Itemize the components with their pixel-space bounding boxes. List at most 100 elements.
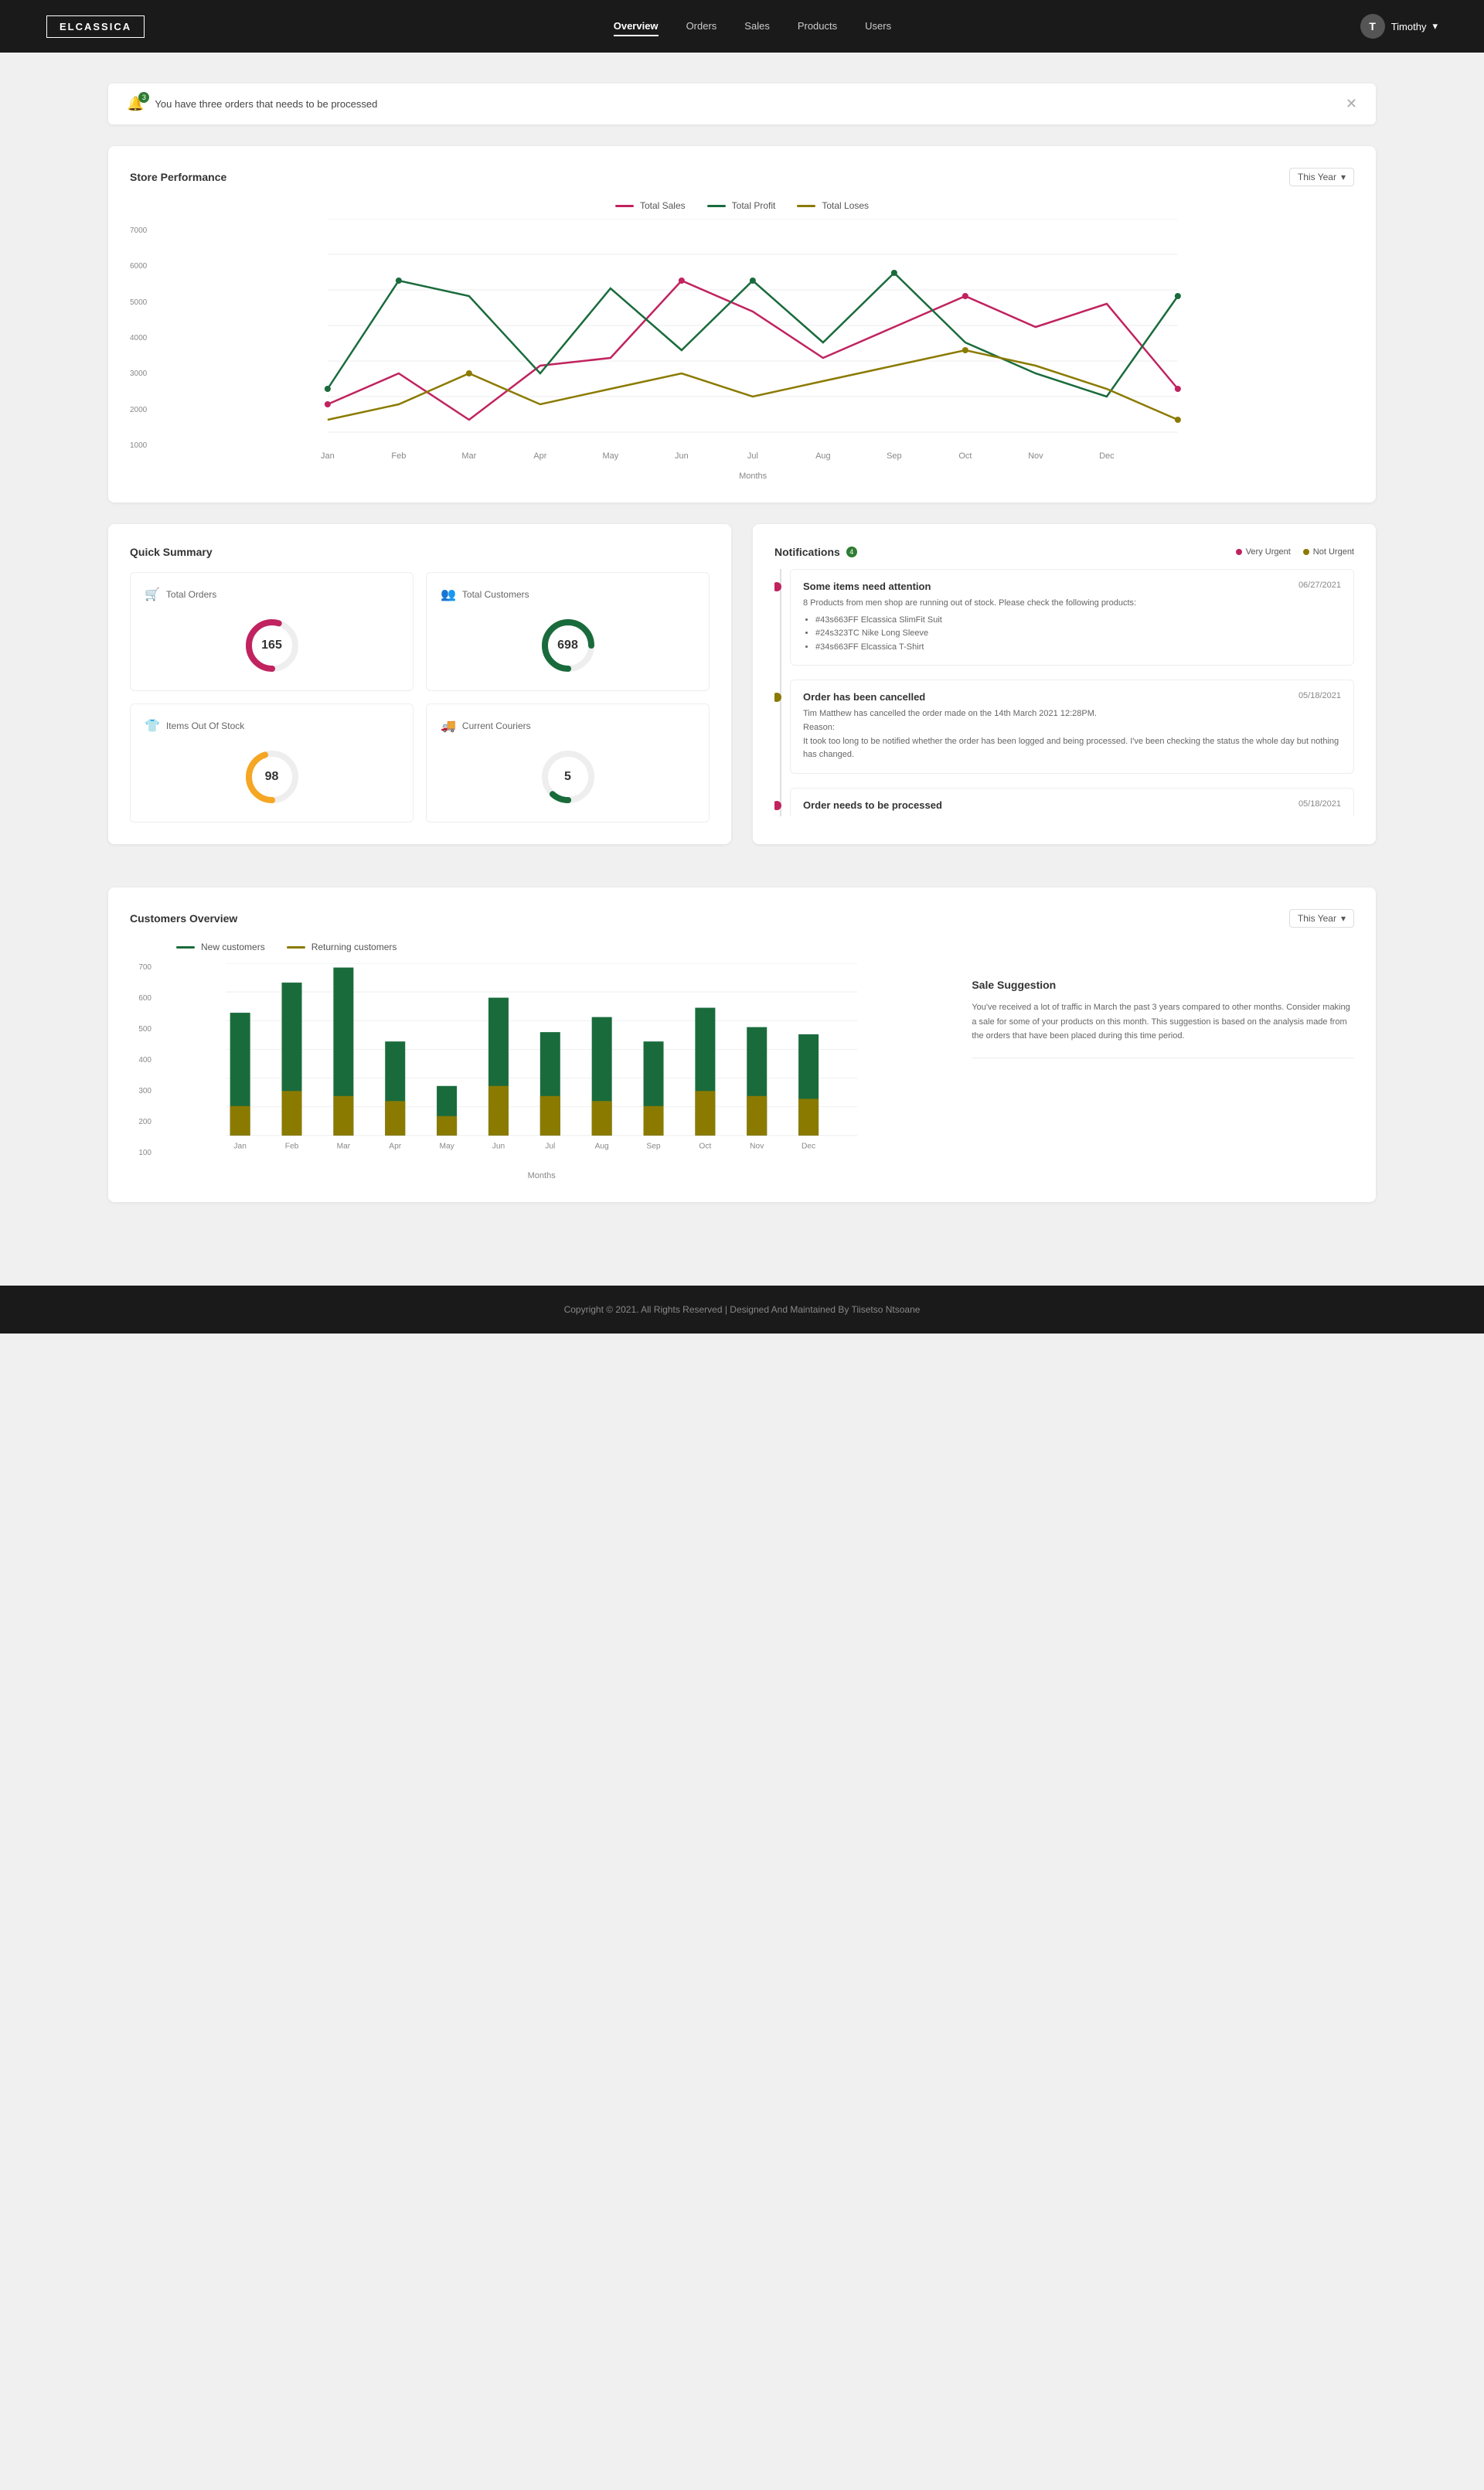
store-performance-title: Store Performance [130, 171, 226, 183]
y-tick-1000: 1000 [130, 441, 147, 450]
not-urgent-label: Not Urgent [1313, 547, 1354, 557]
summary-couriers-text: Current Couriers [462, 720, 531, 731]
year-select-label: This Year [1298, 172, 1336, 182]
x-tick-oct: Oct [699, 1143, 711, 1151]
nav-item-products[interactable]: Products [798, 19, 837, 33]
notification-entry-3: Order needs to be processed 05/18/2021 2… [790, 788, 1354, 816]
summary-stock-label: 👕 Items Out Of Stock [145, 718, 244, 734]
profit-dot [1175, 293, 1181, 299]
chevron-down-icon: ▾ [1341, 172, 1346, 182]
y-tick-5000: 5000 [130, 298, 147, 307]
legend-dot-sales [615, 205, 634, 207]
profit-dot [891, 270, 897, 276]
entry-1-dot [774, 582, 781, 591]
x-tick-apr: Apr [389, 1143, 401, 1151]
donut-couriers-value: 5 [537, 746, 599, 808]
nav-item-overview[interactable]: Overview [614, 19, 659, 33]
user-name: Timothy [1391, 21, 1427, 32]
summary-customers-text: Total Customers [462, 589, 529, 600]
notifications-title-row: Notifications 4 [774, 546, 857, 558]
user-menu[interactable]: T Timothy ▾ [1360, 14, 1438, 39]
customers-layout: 700 600 500 400 300 200 100 [130, 963, 1354, 1180]
customers-icon: 👥 [441, 587, 456, 602]
alert-badge: 3 [138, 92, 149, 103]
nav-item-users[interactable]: Users [865, 19, 891, 33]
page-content: 🔔 3 You have three orders that needs to … [62, 53, 1422, 1255]
bar-sep-ret [644, 1106, 664, 1136]
sales-line [328, 281, 1178, 420]
x-tick-mar: Mar [337, 1143, 351, 1151]
quick-summary-title: Quick Summary [130, 546, 213, 558]
nav-item-orders[interactable]: Orders [686, 19, 717, 33]
x-tick-nov: Nov [750, 1143, 764, 1151]
alert-close-button[interactable]: ✕ [1346, 96, 1357, 112]
store-performance-header: Store Performance This Year ▾ [130, 168, 1354, 186]
y-tick-500: 500 [138, 1025, 151, 1034]
donut-stock: 98 [241, 746, 303, 808]
x-tick-dec: Dec [802, 1143, 815, 1151]
y-tick-300: 300 [138, 1087, 151, 1095]
entry-2-dot [774, 693, 781, 702]
x-tick-jun: Jun [492, 1143, 505, 1151]
profit-dot [750, 278, 756, 284]
bar-chart-area: 700 600 500 400 300 200 100 [130, 963, 925, 1180]
store-performance-chart: Jan Feb Mar Apr May Jun Jul Aug Sep Oct … [151, 219, 1354, 466]
store-chart-svg-container: Jan Feb Mar Apr May Jun Jul Aug Sep Oct … [151, 219, 1354, 481]
x-tick-jan: Jan [321, 451, 335, 461]
donut-orders-value: 165 [241, 615, 303, 676]
entry-1-list: #43s663FF Elcassica SlimFit Suit #24s323… [815, 614, 1341, 655]
store-performance-card: Store Performance This Year ▾ Total Sale… [108, 146, 1376, 502]
avatar: T [1360, 14, 1385, 39]
customers-overview-card: Customers Overview This Year ▾ New custo… [108, 887, 1376, 1202]
notifications-legend: Very Urgent Not Urgent [1236, 547, 1354, 557]
sale-suggestion-body: You've received a lot of traffic in Marc… [972, 1000, 1354, 1044]
summary-couriers-label: 🚚 Current Couriers [441, 718, 531, 734]
logo: ELCASSICA [46, 15, 145, 38]
entry-1-title: Some items need attention [803, 581, 931, 592]
nav-links: Overview Orders Sales Products Users [614, 19, 891, 33]
list-item: #34s663FF Elcassica T-Shirt [815, 641, 1341, 655]
legend-not-urgent: Not Urgent [1303, 547, 1354, 557]
chevron-down-icon: ▾ [1432, 20, 1438, 32]
legend-total-loses: Total Loses [797, 200, 869, 211]
summary-stock-text: Items Out Of Stock [166, 720, 244, 731]
nav-item-sales[interactable]: Sales [744, 19, 770, 33]
customers-overview-header: Customers Overview This Year ▾ [130, 909, 1354, 928]
shirt-icon: 👕 [145, 718, 160, 734]
donut-customers: 698 [537, 615, 599, 676]
customers-bar-chart: Jan Feb Mar Apr May Jun Jul Aug Sep Oct … [158, 963, 925, 1164]
notifications-card: Notifications 4 Very Urgent Not Urgent [753, 524, 1376, 844]
entry-2-header: Order has been cancelled 05/18/2021 [803, 691, 1341, 703]
x-axis-label: Months [151, 472, 1354, 481]
profit-line [328, 273, 1178, 397]
bar-nov-ret [747, 1096, 767, 1136]
two-col-section: Quick Summary 🛒 Total Orders [108, 524, 1376, 866]
profit-dot [396, 278, 402, 284]
list-item: #24s323TC Nike Long Sleeve [815, 627, 1341, 641]
legend-dot-loses [797, 205, 815, 207]
summary-orders-text: Total Orders [166, 589, 216, 600]
bar-jul-ret [540, 1096, 560, 1136]
bar-apr-ret [385, 1101, 405, 1136]
customers-legend: New customers Returning customers [176, 942, 1354, 952]
y-tick-600: 600 [138, 994, 151, 1003]
x-tick-apr: Apr [534, 451, 547, 461]
legend-total-profit: Total Profit [707, 200, 776, 211]
bar-chart-svg-container: Jan Feb Mar Apr May Jun Jul Aug Sep Oct … [158, 963, 925, 1180]
navbar: ELCASSICA Overview Orders Sales Products… [0, 0, 1484, 53]
legend-dot-new [176, 946, 195, 949]
legend-label-new: New customers [201, 942, 265, 952]
y-tick-700: 700 [138, 963, 151, 972]
quick-summary-header: Quick Summary [130, 546, 710, 558]
entry-1-header: Some items need attention 06/27/2021 [803, 581, 1341, 592]
summary-customers-label: 👥 Total Customers [441, 587, 529, 602]
store-performance-year-select[interactable]: This Year ▾ [1289, 168, 1354, 186]
notification-entry-2: Order has been cancelled 05/18/2021 Tim … [790, 680, 1354, 773]
x-tick-nov: Nov [1028, 451, 1043, 461]
bar-feb-ret [282, 1091, 302, 1136]
customers-year-select[interactable]: This Year ▾ [1289, 909, 1354, 928]
store-chart-area: 7000 6000 5000 4000 3000 2000 1000 [130, 219, 1354, 481]
x-tick-jun: Jun [675, 451, 689, 461]
legend-dot-profit [707, 205, 726, 207]
entry-3-title: Order needs to be processed [803, 799, 942, 811]
